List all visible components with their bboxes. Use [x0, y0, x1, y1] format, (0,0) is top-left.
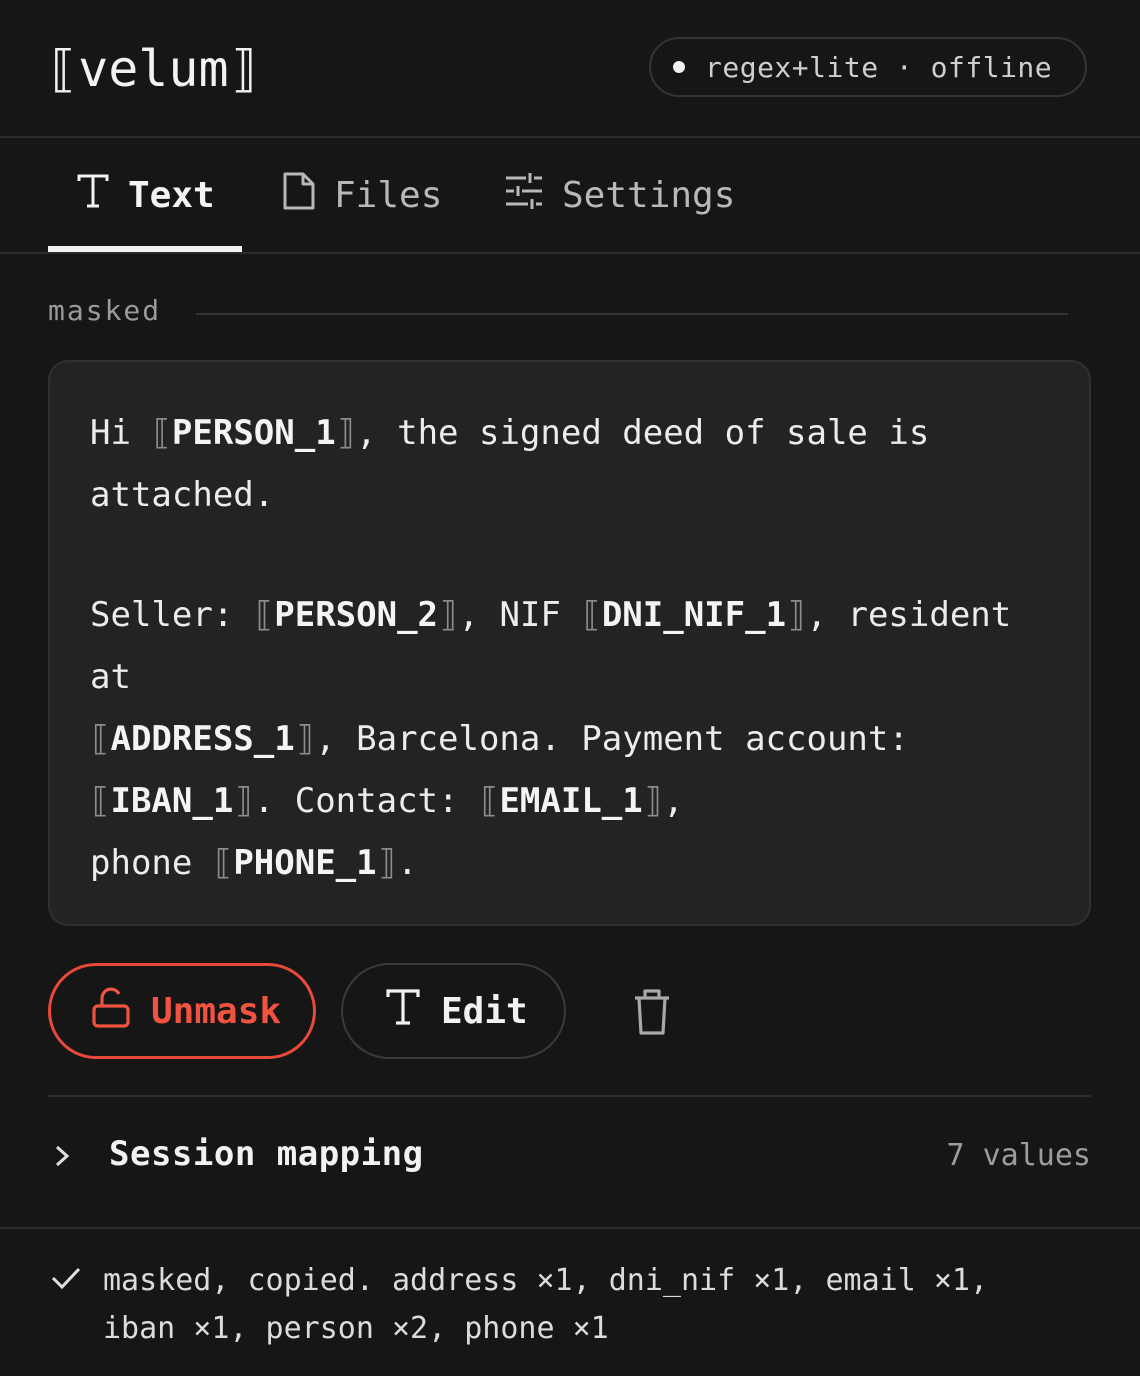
masked-text: Hi ⟦PERSON_1⟧, the signed deed of sale i…	[90, 402, 1060, 894]
text-line: attached.	[90, 464, 1060, 526]
text-segment: attached.	[90, 475, 275, 515]
token-bracket-close: ⟧	[233, 781, 254, 821]
status-text: regex+lite · offline	[705, 50, 1053, 84]
token-bracket-open: ⟦	[90, 719, 111, 759]
token-bracket-close: ⟧	[335, 413, 357, 453]
trash-icon	[635, 989, 669, 1035]
text-icon	[385, 988, 421, 1035]
token-label: EMAIL_1	[499, 781, 643, 821]
tab-settings[interactable]: Settings	[504, 138, 735, 252]
mask-token: ⟦PERSON_1⟧	[151, 413, 356, 453]
status-dot-icon	[673, 61, 685, 73]
edit-button[interactable]: Edit	[341, 963, 566, 1059]
text-line: at	[90, 646, 1060, 708]
token-label: PERSON_2	[274, 595, 439, 635]
unmask-button[interactable]: Unmask	[48, 963, 316, 1059]
session-mapping-title: Session mapping	[109, 1134, 424, 1174]
text-segment: , resident	[806, 595, 1012, 635]
mask-token: ⟦IBAN_1⟧	[90, 781, 254, 821]
token-label: PHONE_1	[233, 843, 377, 883]
token-label: ADDRESS_1	[110, 719, 295, 759]
delete-button[interactable]	[628, 987, 676, 1037]
token-bracket-close: ⟧	[294, 719, 316, 759]
status-message: masked, copied. address ×1, dni_nif ×1, …	[103, 1263, 989, 1346]
token-label: DNI_NIF_1	[601, 595, 787, 635]
token-bracket-open: ⟦	[151, 413, 172, 453]
token-bracket-close: ⟧	[786, 595, 807, 635]
active-tab-indicator	[48, 246, 242, 252]
text-segment: .	[397, 843, 418, 883]
text-line: ⟦IBAN_1⟧. Contact: ⟦EMAIL_1⟧,	[90, 770, 1060, 832]
token-bracket-close: ⟧	[376, 843, 398, 883]
text-line: Hi ⟦PERSON_1⟧, the signed deed of sale i…	[90, 402, 1060, 464]
mask-token: ⟦DNI_NIF_1⟧	[581, 595, 806, 635]
tab-label: Settings	[562, 174, 736, 216]
token-bracket-open: ⟦	[253, 595, 275, 635]
mask-token: ⟦EMAIL_1⟧	[479, 781, 663, 821]
chevron-right-icon	[52, 1142, 72, 1174]
text-segment: at	[90, 657, 131, 697]
tab-files[interactable]: Files	[282, 138, 442, 252]
mask-token: ⟦PERSON_2⟧	[254, 595, 459, 635]
tab-label: Text	[128, 174, 215, 216]
tab-text[interactable]: Text	[76, 138, 215, 252]
tab-label: Files	[334, 174, 443, 216]
text-segment: . Contact:	[253, 781, 479, 821]
token-bracket-open: ⟦	[478, 781, 500, 821]
divider	[48, 1095, 1091, 1097]
check-icon	[50, 1265, 82, 1295]
text-segment: Hi	[90, 413, 152, 453]
unmask-label: Unmask	[151, 990, 282, 1032]
text-segment: ,	[663, 781, 684, 821]
token-bracket-open: ⟦	[581, 595, 602, 635]
status-pill: regex+lite · offline	[649, 37, 1087, 97]
token-bracket-open: ⟦	[212, 843, 234, 883]
app-header: ⟦velum⟧ regex+lite · offline	[0, 0, 1140, 138]
masked-text-panel[interactable]: Hi ⟦PERSON_1⟧, the signed deed of sale i…	[48, 360, 1091, 926]
token-label: PERSON_1	[171, 413, 336, 453]
session-mapping-count: 7 values	[946, 1138, 1092, 1173]
token-bracket-open: ⟦	[90, 781, 111, 821]
text-line: phone ⟦PHONE_1⟧.	[90, 832, 1060, 894]
text-segment: , the signed deed of sale is	[356, 413, 930, 453]
mask-token: ⟦PHONE_1⟧	[213, 843, 397, 883]
token-bracket-close: ⟧	[438, 595, 459, 635]
token-label: IBAN_1	[110, 781, 234, 821]
text-segment: , NIF	[458, 595, 582, 635]
text-segment: Seller:	[90, 595, 254, 635]
text-segment: , Barcelona. Payment account:	[315, 719, 909, 759]
text-line: ⟦ADDRESS_1⟧, Barcelona. Payment account:	[90, 708, 1060, 770]
status-footer: masked, copied. address ×1, dni_nif ×1, …	[0, 1227, 1140, 1376]
unlock-icon	[91, 985, 131, 1038]
token-bracket-close: ⟧	[642, 781, 664, 821]
app-logo: ⟦velum⟧	[48, 40, 259, 98]
sliders-icon	[504, 172, 544, 219]
session-mapping-toggle[interactable]: Session mapping 7 values	[48, 1120, 1091, 1194]
mask-token: ⟦ADDRESS_1⟧	[90, 719, 315, 759]
text-line: Seller: ⟦PERSON_2⟧, NIF ⟦DNI_NIF_1⟧, res…	[90, 584, 1060, 646]
section-divider	[196, 313, 1068, 315]
tab-bar: Text Files Settings	[0, 138, 1140, 254]
text-icon	[76, 173, 110, 218]
edit-label: Edit	[441, 990, 528, 1032]
text-segment: phone	[90, 843, 213, 883]
section-label-masked: masked	[48, 294, 162, 327]
file-icon	[282, 171, 316, 220]
